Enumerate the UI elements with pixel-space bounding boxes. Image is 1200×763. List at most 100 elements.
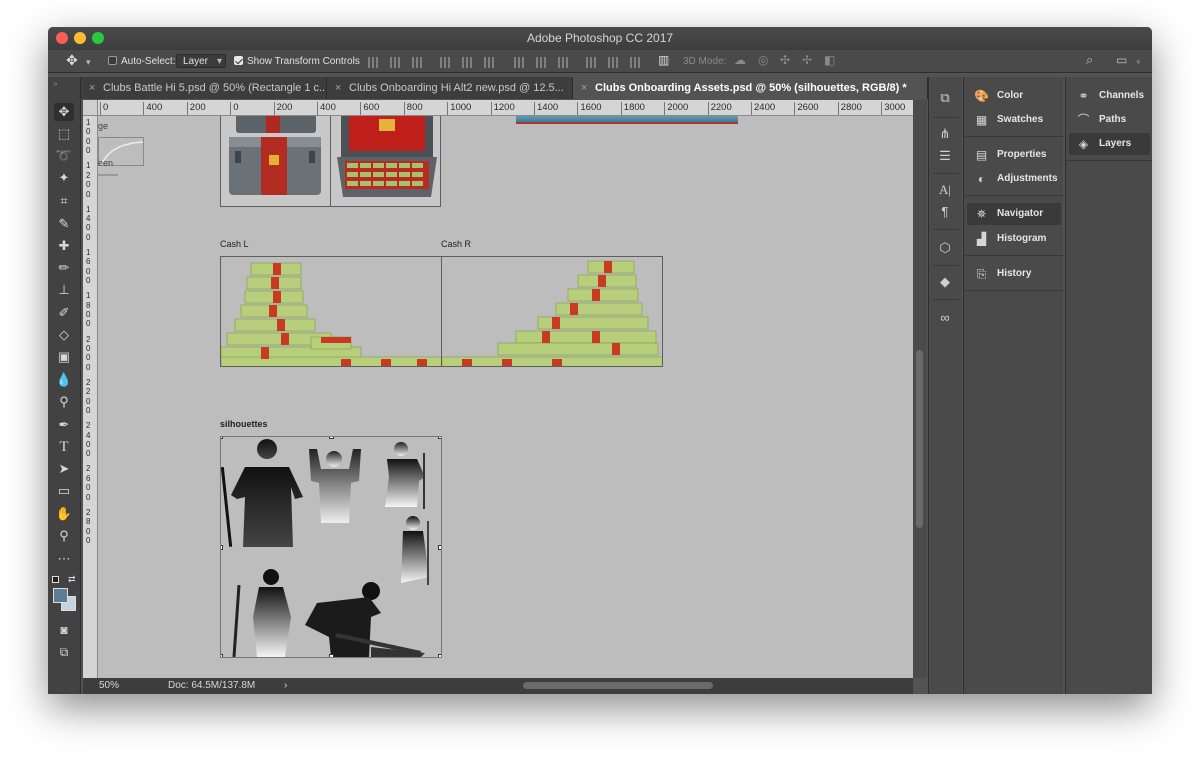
navigator-panel-tab[interactable]: ✵ Navigator bbox=[967, 203, 1061, 225]
auto-select-checkbox[interactable]: Auto-Select: bbox=[108, 55, 175, 69]
dodge-tool-icon[interactable]: ⚲ bbox=[54, 393, 74, 411]
histogram-panel-tab[interactable]: ▟ Histogram bbox=[967, 228, 1061, 250]
transform-handle[interactable] bbox=[329, 654, 334, 657]
distribute-vertical-center-icon[interactable] bbox=[536, 57, 548, 68]
horizontal-ruler[interactable]: 0 400 200 0 200 400 600 800 1000 1200 1400 1600 1800… bbox=[98, 100, 913, 116]
show-transform-checkbox[interactable]: Show Transform Controls bbox=[234, 55, 360, 69]
history-brush-tool-icon[interactable]: ✐ bbox=[54, 304, 74, 322]
align-vertical-center-icon[interactable] bbox=[390, 57, 402, 68]
history-panel-tab[interactable]: ⎘ History bbox=[967, 263, 1061, 285]
align-top-icon[interactable] bbox=[368, 57, 380, 68]
character-icon[interactable]: A| bbox=[936, 181, 954, 199]
timeline-icon[interactable]: ◆ bbox=[936, 273, 954, 291]
magic-wand-tool-icon[interactable]: ✦ bbox=[54, 169, 74, 187]
lasso-tool-icon[interactable]: ➰ bbox=[54, 147, 74, 165]
more-tools-icon[interactable]: ⋯ bbox=[54, 550, 74, 568]
3d-drag-icon[interactable]: ✣ bbox=[780, 53, 790, 67]
distribute-right-icon[interactable] bbox=[630, 57, 642, 68]
crop-tool-icon[interactable]: ⌗ bbox=[54, 192, 74, 210]
brush-tool-icon[interactable]: ✏ bbox=[54, 259, 74, 277]
vertical-scrollbar[interactable] bbox=[913, 100, 927, 678]
status-menu-arrow[interactable]: › bbox=[284, 678, 287, 694]
transform-handle[interactable] bbox=[438, 654, 441, 657]
cash-r-artboard[interactable] bbox=[441, 256, 663, 367]
close-window-button[interactable] bbox=[56, 32, 68, 44]
3d-orbit-icon[interactable]: ☁ bbox=[734, 53, 746, 67]
pen-tool-icon[interactable]: ✒ bbox=[54, 416, 74, 434]
swap-colors-icon[interactable]: ⇄ bbox=[68, 574, 76, 585]
brush-settings-icon[interactable]: ☰ bbox=[936, 147, 954, 165]
transform-handle[interactable] bbox=[438, 545, 441, 550]
cash-l-artboard[interactable] bbox=[220, 256, 442, 367]
open-briefcase-artboard[interactable] bbox=[330, 116, 441, 207]
type-tool-icon[interactable]: T bbox=[54, 438, 74, 456]
eyedropper-tool-icon[interactable]: ✎ bbox=[54, 215, 74, 233]
minimize-window-button[interactable] bbox=[74, 32, 86, 44]
search-icon[interactable]: ⌕ bbox=[1086, 53, 1093, 67]
workspace-icon[interactable]: ▭ bbox=[1116, 53, 1127, 67]
3d-scale-icon[interactable]: ◧ bbox=[824, 53, 835, 67]
align-horizontal-center-icon[interactable] bbox=[462, 57, 474, 68]
layers-panel-tab[interactable]: ◈ Layers bbox=[1069, 133, 1150, 155]
transform-handle[interactable] bbox=[438, 437, 441, 439]
default-colors-icon[interactable] bbox=[52, 576, 59, 583]
channels-panel-tab[interactable]: ⚭ Channels bbox=[1069, 85, 1150, 107]
workspace-chevron-icon[interactable]: ▾ bbox=[1136, 55, 1141, 69]
horizontal-scrollbar-thumb[interactable] bbox=[523, 682, 713, 689]
distribute-bottom-icon[interactable] bbox=[558, 57, 570, 68]
auto-align-layers-icon[interactable]: ▥ bbox=[658, 53, 669, 67]
zoom-level[interactable]: 50% bbox=[99, 678, 119, 694]
transform-handle[interactable] bbox=[221, 654, 223, 657]
transform-handle[interactable] bbox=[329, 437, 334, 439]
ruler-origin[interactable] bbox=[83, 100, 98, 116]
briefcase-stack-artboard[interactable] bbox=[220, 116, 331, 207]
eraser-tool-icon[interactable]: ◇ bbox=[54, 326, 74, 344]
document-tab[interactable]: × Clubs Battle Hi 5.psd @ 50% (Rectangle … bbox=[81, 77, 327, 99]
document-tab[interactable]: × Clubs Onboarding Hi Alt2 new.psd @ 12.5… bbox=[327, 77, 573, 99]
vertical-scrollbar-thumb[interactable] bbox=[916, 350, 923, 528]
zoom-tool-icon[interactable]: ⚲ bbox=[54, 527, 74, 545]
screen-mode-icon[interactable]: ⧉ bbox=[54, 643, 74, 661]
document-tab-active[interactable]: × Clubs Onboarding Assets.psd @ 50% (silh… bbox=[573, 77, 928, 99]
foreground-color-swatch[interactable] bbox=[53, 588, 68, 603]
paragraph-icon[interactable]: ¶ bbox=[936, 203, 954, 221]
swatches-panel-tab[interactable]: ▦ Swatches bbox=[967, 109, 1061, 131]
silhouettes-artboard[interactable] bbox=[220, 436, 442, 658]
quick-mask-icon[interactable]: ◙ bbox=[54, 621, 74, 639]
3d-slide-icon[interactable]: ✢ bbox=[802, 53, 812, 67]
color-panel-tab[interactable]: 🎨 Color bbox=[967, 85, 1061, 107]
blur-tool-icon[interactable]: 💧 bbox=[54, 371, 74, 389]
creative-cloud-icon[interactable]: ∞ bbox=[936, 309, 954, 327]
align-bottom-icon[interactable] bbox=[412, 57, 424, 68]
healing-brush-tool-icon[interactable]: ✚ bbox=[54, 237, 74, 255]
distribute-top-icon[interactable] bbox=[514, 57, 526, 68]
zoom-window-button[interactable] bbox=[92, 32, 104, 44]
vertical-ruler[interactable]: 1000120014001600180020002200240026002800 bbox=[83, 116, 98, 678]
paths-panel-tab[interactable]: ⌒ Paths bbox=[1069, 109, 1150, 131]
move-tool-icon[interactable]: ✥ bbox=[54, 103, 74, 121]
marquee-tool-icon[interactable]: ⬚ bbox=[54, 125, 74, 143]
move-tool-icon[interactable]: ✥ bbox=[66, 53, 78, 67]
align-left-icon[interactable] bbox=[440, 57, 452, 68]
distribute-left-icon[interactable] bbox=[586, 57, 598, 68]
close-tab-icon[interactable]: × bbox=[89, 77, 95, 99]
3d-icon[interactable]: ⬡ bbox=[936, 239, 954, 257]
tools-panel-collapse-icon[interactable]: » bbox=[53, 79, 57, 88]
tool-preset-chevron-icon[interactable]: ▾ bbox=[86, 55, 91, 69]
clone-stamp-tool-icon[interactable]: ⊥ bbox=[54, 281, 74, 299]
transform-handle[interactable] bbox=[221, 437, 223, 439]
auto-select-target-dropdown[interactable]: Layer ▾ bbox=[176, 54, 226, 68]
brush-presets-icon[interactable]: ⋔ bbox=[936, 125, 954, 143]
adjustments-panel-tab[interactable]: ◐ Adjustments bbox=[967, 168, 1061, 190]
close-tab-icon[interactable]: × bbox=[581, 77, 587, 99]
close-tab-icon[interactable]: × bbox=[335, 77, 341, 99]
libraries-icon[interactable]: ⧉ bbox=[936, 89, 954, 107]
document-canvas[interactable]: ge een Cash L Cash R silhouettes bbox=[98, 116, 913, 678]
path-selection-tool-icon[interactable]: ➤ bbox=[54, 460, 74, 478]
align-right-icon[interactable] bbox=[484, 57, 496, 68]
transform-handle[interactable] bbox=[221, 545, 223, 550]
distribute-horizontal-center-icon[interactable] bbox=[608, 57, 620, 68]
gradient-tool-icon[interactable]: ▣ bbox=[54, 348, 74, 366]
rectangle-tool-icon[interactable]: ▭ bbox=[54, 482, 74, 500]
3d-roll-icon[interactable]: ◎ bbox=[758, 53, 768, 67]
